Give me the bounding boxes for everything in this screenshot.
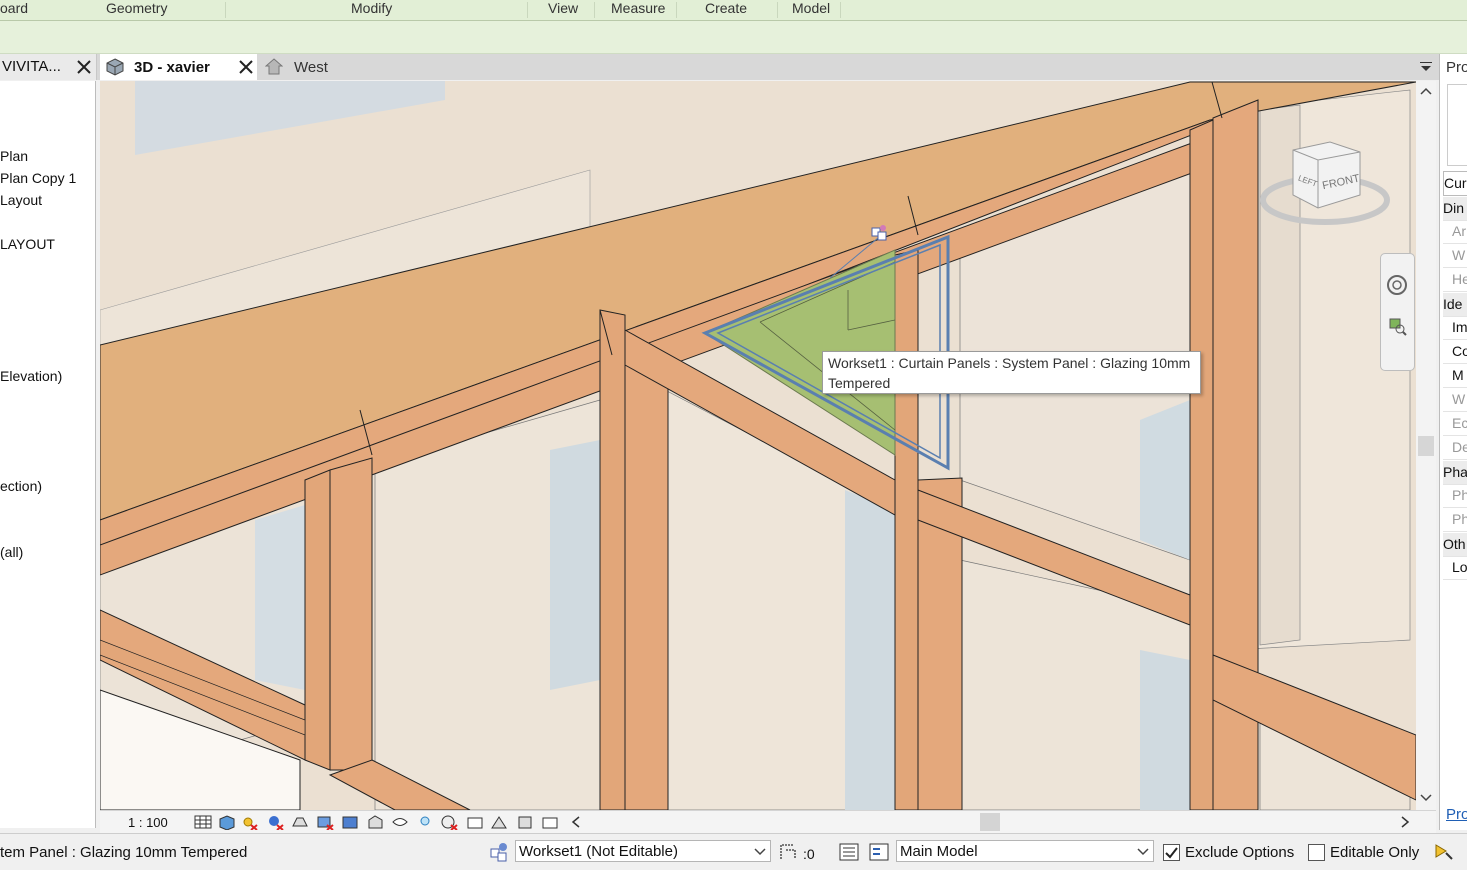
crop-view-icon[interactable] xyxy=(316,814,334,830)
prop-image[interactable]: Im xyxy=(1443,316,1467,340)
exclude-options-checkbox[interactable] xyxy=(1163,844,1180,861)
active-workset-value: Workset1 (Not Editable) xyxy=(519,843,678,860)
group-other[interactable]: Oth xyxy=(1443,533,1467,557)
prop-width: W xyxy=(1443,244,1467,268)
type-selector-image[interactable] xyxy=(1447,84,1467,166)
3d-viewport[interactable]: LEFT FRONT xyxy=(100,81,1416,810)
reveal-hidden-icon[interactable] xyxy=(416,814,434,830)
group-dimensions[interactable]: Din xyxy=(1443,197,1467,221)
zoom-region-icon[interactable] xyxy=(1389,318,1407,336)
tree-item-all[interactable]: (all) xyxy=(0,544,23,560)
tab-label: West xyxy=(294,59,328,76)
highlight-displacement-icon[interactable] xyxy=(516,814,534,830)
prop-phase-demolished: Ph xyxy=(1443,508,1467,532)
prop-area: Ar xyxy=(1443,220,1467,244)
checkmark-icon xyxy=(1165,847,1178,859)
tree-item-layout-caps[interactable]: LAYOUT xyxy=(0,236,55,252)
group-phasing[interactable]: Pha xyxy=(1443,461,1467,485)
tree-item-plan-copy-1[interactable]: Plan Copy 1 xyxy=(0,170,76,186)
ribbon-panel xyxy=(0,21,1467,54)
design-option-select[interactable]: Main Model xyxy=(896,840,1154,862)
select-links-icon[interactable] xyxy=(1432,841,1456,863)
view-control-bar: 1 : 100 xyxy=(100,810,1436,833)
workset-icon[interactable] xyxy=(488,841,512,863)
editing-requests-icon[interactable] xyxy=(838,842,860,862)
ribbon-tab-create[interactable]: Create xyxy=(705,0,747,19)
chevron-down-icon xyxy=(1137,848,1149,856)
ribbon-tab-modify[interactable]: Modify xyxy=(351,0,392,19)
prop-mark[interactable]: M xyxy=(1443,364,1467,388)
prop-comments[interactable]: Co xyxy=(1443,340,1467,364)
chevron-down-icon xyxy=(754,848,766,856)
scroll-thumb[interactable] xyxy=(1418,436,1434,456)
ribbon-tab-geometry[interactable]: Geometry xyxy=(106,0,167,19)
prop-height: He xyxy=(1443,268,1467,292)
steering-wheel-icon[interactable] xyxy=(1386,274,1408,296)
show-crop-region-icon[interactable] xyxy=(341,814,359,830)
group-identity[interactable]: Ide xyxy=(1443,293,1467,317)
ribbon-tab-clipboard[interactable]: oard xyxy=(0,0,28,19)
ribbon-tab-model[interactable]: Model xyxy=(792,0,830,19)
design-option-count: :0 xyxy=(803,846,815,862)
element-tooltip: Workset1 : Curtain Panels : System Panel… xyxy=(822,351,1201,394)
close-icon[interactable] xyxy=(77,60,91,74)
scroll-left-icon[interactable] xyxy=(568,814,586,830)
tree-item-elevation[interactable]: Elevation) xyxy=(0,368,62,384)
project-browser-title: VIVITA... xyxy=(2,58,61,75)
tree-item-plan[interactable]: Plan xyxy=(0,148,28,164)
status-bar: tem Panel : Glazing 10mm Tempered Workse… xyxy=(0,833,1467,870)
ribbon-tab-measure[interactable]: Measure xyxy=(611,0,665,19)
prop-edited-by: Ec xyxy=(1443,412,1467,436)
editable-only-checkbox[interactable] xyxy=(1308,844,1325,861)
tab-list-dropdown-icon[interactable] xyxy=(1420,62,1432,72)
close-tab-icon[interactable] xyxy=(239,60,253,74)
tab-3d-xavier[interactable]: 3D - xavier xyxy=(100,54,257,80)
status-selection-text: tem Panel : Glazing 10mm Tempered xyxy=(0,844,248,861)
reveal-constraints-icon[interactable] xyxy=(541,814,559,830)
properties-title: Pro xyxy=(1446,59,1467,76)
design-option-panel-icon[interactable] xyxy=(868,842,890,862)
temporary-hide-icon[interactable] xyxy=(391,814,409,830)
editable-only-label: Editable Only xyxy=(1330,844,1420,861)
properties-panel: Pro Cur Din Ar W He Ide Im Co M W Ec De … xyxy=(1439,54,1467,830)
visual-style-icon[interactable] xyxy=(217,814,235,830)
prop-location[interactable]: Lo xyxy=(1443,556,1467,580)
navigation-bar xyxy=(1380,253,1415,371)
tooltip-line-1: Workset1 : Curtain Panels : System Panel… xyxy=(828,355,1191,371)
view-scale[interactable]: 1 : 100 xyxy=(128,815,168,830)
ribbon-tab-bar: oard Geometry Modify View Measure Create… xyxy=(0,0,1467,21)
scroll-right-icon[interactable] xyxy=(1396,814,1414,830)
3d-view-icon xyxy=(106,58,124,76)
design-option-value: Main Model xyxy=(900,843,978,860)
worksharing-display-icon[interactable] xyxy=(440,814,458,830)
prop-phase-created: Ph xyxy=(1443,484,1467,508)
tree-item-section[interactable]: ection) xyxy=(0,478,42,494)
analytical-model-icon[interactable] xyxy=(490,814,508,830)
tab-west[interactable]: West xyxy=(257,54,377,80)
elevation-view-icon xyxy=(265,58,283,75)
temporary-view-properties-icon[interactable] xyxy=(466,814,484,830)
tooltip-line-2: Tempered xyxy=(828,375,891,391)
ribbon-tab-view[interactable]: View xyxy=(548,0,578,19)
prop-workset: W xyxy=(1443,388,1467,412)
exclude-options-label: Exclude Options xyxy=(1185,844,1295,861)
project-browser-tree: Plan Plan Copy 1 Layout LAYOUT Elevation… xyxy=(0,81,96,828)
viewport-vertical-scrollbar[interactable] xyxy=(1416,81,1436,810)
tab-label: 3D - xavier xyxy=(134,59,210,76)
active-workset-select[interactable]: Workset1 (Not Editable) xyxy=(515,840,771,862)
shadows-icon[interactable] xyxy=(266,814,284,830)
sun-path-icon[interactable] xyxy=(240,814,258,830)
view-tab-bar: 3D - xavier West xyxy=(97,54,1439,80)
project-browser-header: VIVITA... xyxy=(0,54,97,80)
model-view: LEFT FRONT xyxy=(100,81,1416,810)
rendering-icon[interactable] xyxy=(291,814,309,830)
detail-level-icon[interactable] xyxy=(194,814,212,830)
design-options-icon[interactable] xyxy=(778,842,798,862)
tree-item-layout[interactable]: Layout xyxy=(0,192,42,208)
properties-help-link[interactable]: Pro xyxy=(1446,806,1467,823)
horizontal-scroll-thumb[interactable] xyxy=(980,813,1000,831)
prop-design-option: De xyxy=(1443,436,1467,460)
type-selector[interactable]: Cur xyxy=(1443,171,1467,196)
lock-3d-view-icon[interactable] xyxy=(366,814,384,830)
